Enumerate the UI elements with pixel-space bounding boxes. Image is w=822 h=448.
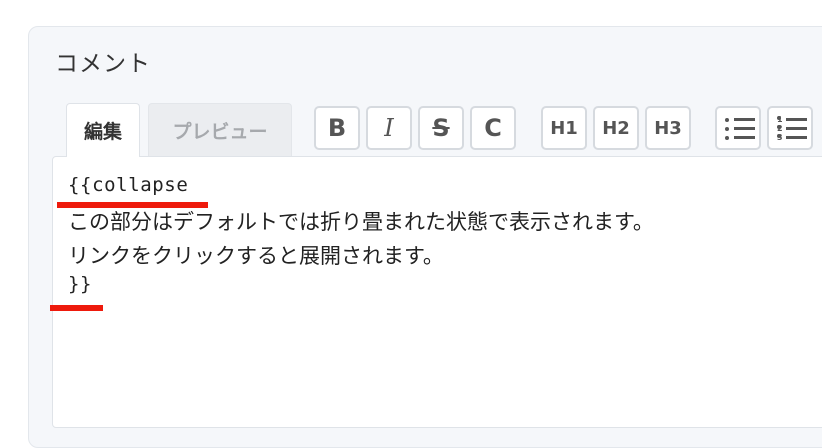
highlight-underline-open xyxy=(57,202,208,208)
editor-line-text-1: この部分はデフォルトでは折り畳まれた状態で表示されます。 xyxy=(68,210,654,234)
italic-icon: I xyxy=(384,114,394,142)
strikethrough-button[interactable]: S xyxy=(418,106,464,150)
bullet-list-button[interactable] xyxy=(715,106,761,150)
tab-edit[interactable]: 編集 xyxy=(66,103,140,157)
italic-button[interactable]: I xyxy=(366,106,412,150)
bullet-list-icon xyxy=(725,118,755,140)
heading1-button[interactable]: H1 xyxy=(541,106,587,150)
editor-line-collapse-close: }} xyxy=(68,273,93,295)
strikethrough-icon: S xyxy=(432,114,450,142)
bold-icon: B xyxy=(327,114,347,142)
editor-line-collapse-open: {{collapse xyxy=(68,174,189,196)
numbered-list-icon: 1 2 3 xyxy=(777,116,807,142)
heading2-icon: H2 xyxy=(602,117,630,139)
highlight-underline-close xyxy=(50,305,103,311)
heading3-icon: H3 xyxy=(654,117,682,139)
code-icon: C xyxy=(484,114,502,142)
code-button[interactable]: C xyxy=(470,106,516,150)
heading3-button[interactable]: H3 xyxy=(645,106,691,150)
comment-title: コメント xyxy=(55,51,151,77)
bold-button[interactable]: B xyxy=(314,106,360,150)
tab-preview[interactable]: プレビュー xyxy=(148,103,292,157)
editor-line-text-2: リンクをクリックすると展開されます。 xyxy=(68,244,444,268)
heading1-icon: H1 xyxy=(550,117,578,139)
comment-editor[interactable] xyxy=(52,156,822,428)
numbered-list-button[interactable]: 1 2 3 xyxy=(767,106,813,150)
heading2-button[interactable]: H2 xyxy=(593,106,639,150)
